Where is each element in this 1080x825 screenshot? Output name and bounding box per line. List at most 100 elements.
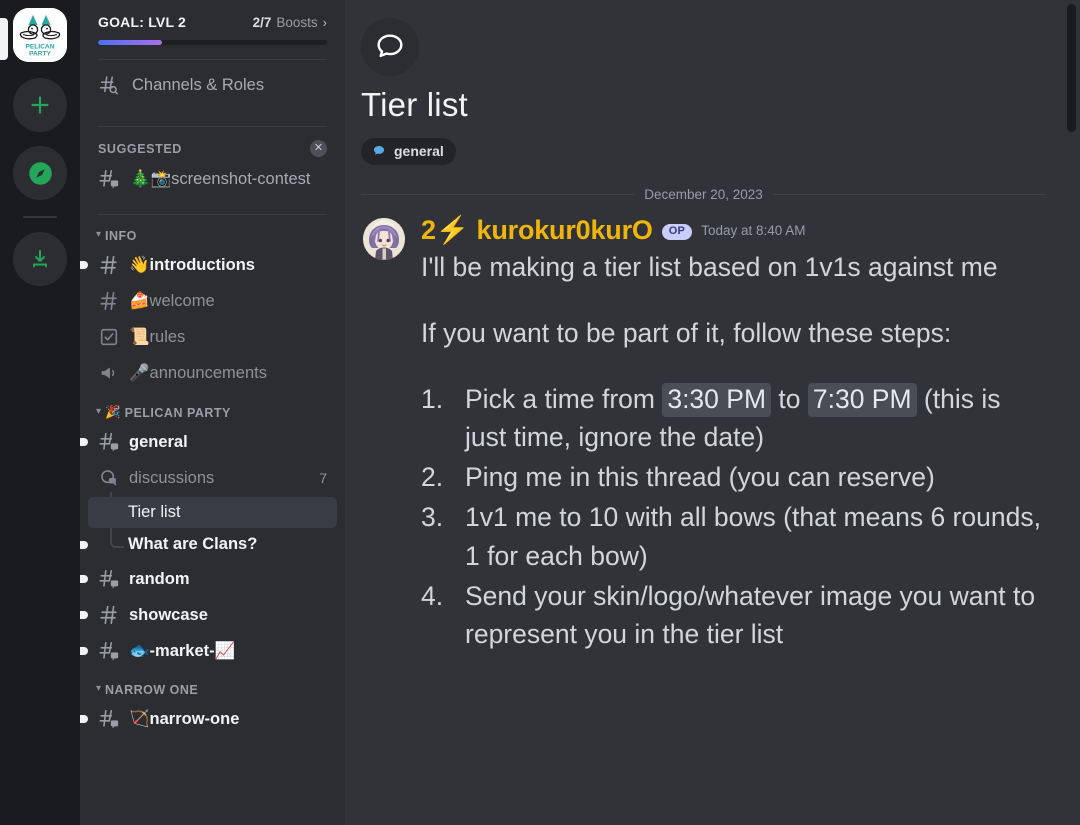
chevron-down-icon: ▾ <box>96 405 102 417</box>
date-separator-line-right <box>772 194 1047 195</box>
rules-icon <box>98 326 120 348</box>
channel-name: 👋introductions <box>129 255 255 274</box>
category-label: INFO <box>105 229 137 243</box>
close-icon[interactable]: ✕ <box>310 140 327 157</box>
op-badge: OP <box>661 224 693 240</box>
server-rail: PELICAN PARTY <box>0 0 80 825</box>
timestamp-mention-start[interactable]: 3:30 PM <box>662 382 772 417</box>
sidebar-item-showcase[interactable]: showcase <box>80 598 337 632</box>
explore-servers-button[interactable] <box>13 146 67 200</box>
message-content: I'll be making a tier list based on 1v1s… <box>421 248 1046 653</box>
sidebar-item-introductions[interactable]: 👋introductions <box>80 248 337 282</box>
timestamp-mention-end[interactable]: 7:30 PM <box>807 382 917 417</box>
step-item-2: Ping me in this thread (you can reserve) <box>421 458 935 496</box>
step-item-3: 1v1 me to 10 with all bows (that means 6… <box>421 498 1041 571</box>
announcement-icon <box>98 362 120 384</box>
date-separator-label: December 20, 2023 <box>644 187 763 202</box>
hash-thread-icon <box>98 640 120 662</box>
plus-icon <box>31 96 49 114</box>
suggested-title: SUGGESTED <box>98 141 182 156</box>
channel-name: 🐟-market-📈 <box>129 641 236 660</box>
hash-thread-icon <box>98 568 120 590</box>
date-separator: December 20, 2023 <box>361 187 1047 202</box>
hash-thread-icon <box>98 708 120 730</box>
suggested-item-label: 🎄📸screenshot-contest <box>130 169 311 188</box>
hash-search-icon <box>98 74 120 96</box>
server-icon-pelican-party[interactable]: PELICAN PARTY <box>13 8 67 62</box>
speech-bubble-icon <box>361 18 419 76</box>
sidebar-item-general[interactable]: general <box>80 425 337 459</box>
thread-item-what-are-clans[interactable]: What are Clans? <box>80 529 337 560</box>
chevron-down-icon: ▾ <box>96 683 102 694</box>
unread-indicator <box>80 575 88 583</box>
boost-count: 2/7 <box>252 14 272 30</box>
sidebar-item-rules[interactable]: 📜rules <box>88 320 337 354</box>
category-emoji: 🎉 <box>105 405 121 419</box>
channel-name: 🍰welcome <box>129 291 215 310</box>
boost-progress-track <box>98 40 327 45</box>
channels-and-roles-button[interactable]: Channels & Roles <box>80 60 345 112</box>
channel-name: 🎤announcements <box>129 363 267 382</box>
channel-name: 🏹narrow-one <box>129 709 240 728</box>
hash-icon <box>98 290 120 312</box>
channels-and-roles-label: Channels & Roles <box>132 75 265 94</box>
blue-speech-bubble-icon <box>373 146 385 155</box>
server-boost-progress[interactable]: GOAL: LVL 2 2/7 Boosts › <box>80 0 345 36</box>
compass-icon <box>28 161 52 185</box>
boost-goal-label: GOAL: LVL 2 <box>98 14 187 30</box>
message-author[interactable]: 2⚡ kurokur0kurO <box>421 214 653 246</box>
forum-icon <box>98 467 120 489</box>
category-info[interactable]: ▾ INFO <box>80 215 345 247</box>
sidebar-item-narrow-one[interactable]: 🏹narrow-one <box>80 702 337 736</box>
step-1-middle: to <box>771 383 808 414</box>
boost-progress-fill <box>98 40 163 45</box>
step-item-1: Pick a time from 3:30 PM to 7:30 PM (thi… <box>421 380 1046 456</box>
rail-divider <box>23 216 57 218</box>
parent-channel-tag[interactable]: general <box>361 138 456 165</box>
server-logo-line2: PARTY <box>29 51 51 58</box>
channel-name: showcase <box>129 605 208 624</box>
unread-indicator <box>80 261 88 269</box>
sidebar-item-screenshot-contest[interactable]: 🎄📸screenshot-contest <box>80 161 345 200</box>
unread-indicator <box>80 438 88 446</box>
category-label: PELICAN PARTY <box>124 405 231 420</box>
thread-name: What are Clans? <box>128 535 258 553</box>
sidebar-item-random[interactable]: random <box>80 562 337 596</box>
category-pelican-party[interactable]: ▾ 🎉 PELICAN PARTY <box>80 391 345 424</box>
suggested-section-header: SUGGESTED ✕ <box>80 127 345 161</box>
add-server-button[interactable] <box>13 78 67 132</box>
channel-name: 📜rules <box>129 327 186 346</box>
category-label: NARROW ONE <box>105 683 199 697</box>
sidebar-item-market[interactable]: 🐟-market-📈 <box>80 634 337 668</box>
message: 2⚡ kurokur0kurO OP Today at 8:40 AM I'll… <box>361 214 1046 655</box>
thread-name: Tier list <box>128 503 181 521</box>
message-header: 2⚡ kurokur0kurO OP Today at 8:40 AM <box>421 214 1046 246</box>
message-steps-list: Pick a time from 3:30 PM to 7:30 PM (thi… <box>421 380 1046 653</box>
sidebar-item-announcements[interactable]: 🎤announcements <box>88 356 337 390</box>
thread-item-tier-list[interactable]: Tier list <box>88 497 337 528</box>
unread-count-badge: 7 <box>319 470 327 486</box>
chevron-down-icon: ▾ <box>96 229 102 240</box>
server-logo-line1: PELICAN <box>26 44 55 51</box>
category-narrow-one[interactable]: ▾ NARROW ONE <box>80 669 345 701</box>
page-title: Tier list <box>361 86 468 123</box>
message-timestamp: Today at 8:40 AM <box>701 223 806 238</box>
sidebar-item-discussions[interactable]: discussions 7 <box>88 461 337 495</box>
parent-channel-label: general <box>394 143 444 159</box>
hash-icon <box>98 604 120 626</box>
active-server-indicator <box>0 18 8 60</box>
hash-thread-icon <box>98 168 120 190</box>
chevron-right-icon: › <box>322 14 327 30</box>
message-paragraph-1: I'll be making a tier list based on 1v1s… <box>421 252 998 282</box>
download-apps-button[interactable] <box>13 232 67 286</box>
unread-indicator <box>80 715 88 723</box>
avatar[interactable] <box>363 218 405 260</box>
hash-icon <box>98 254 120 276</box>
sidebar-item-welcome[interactable]: 🍰welcome <box>88 284 337 318</box>
hash-thread-icon <box>98 431 120 453</box>
channel-sidebar: GOAL: LVL 2 2/7 Boosts › Channels & Role… <box>80 0 345 825</box>
unread-indicator <box>80 647 88 655</box>
unread-indicator <box>80 611 88 619</box>
channel-name: random <box>129 569 190 588</box>
vertical-scrollbar[interactable] <box>1067 4 1076 132</box>
